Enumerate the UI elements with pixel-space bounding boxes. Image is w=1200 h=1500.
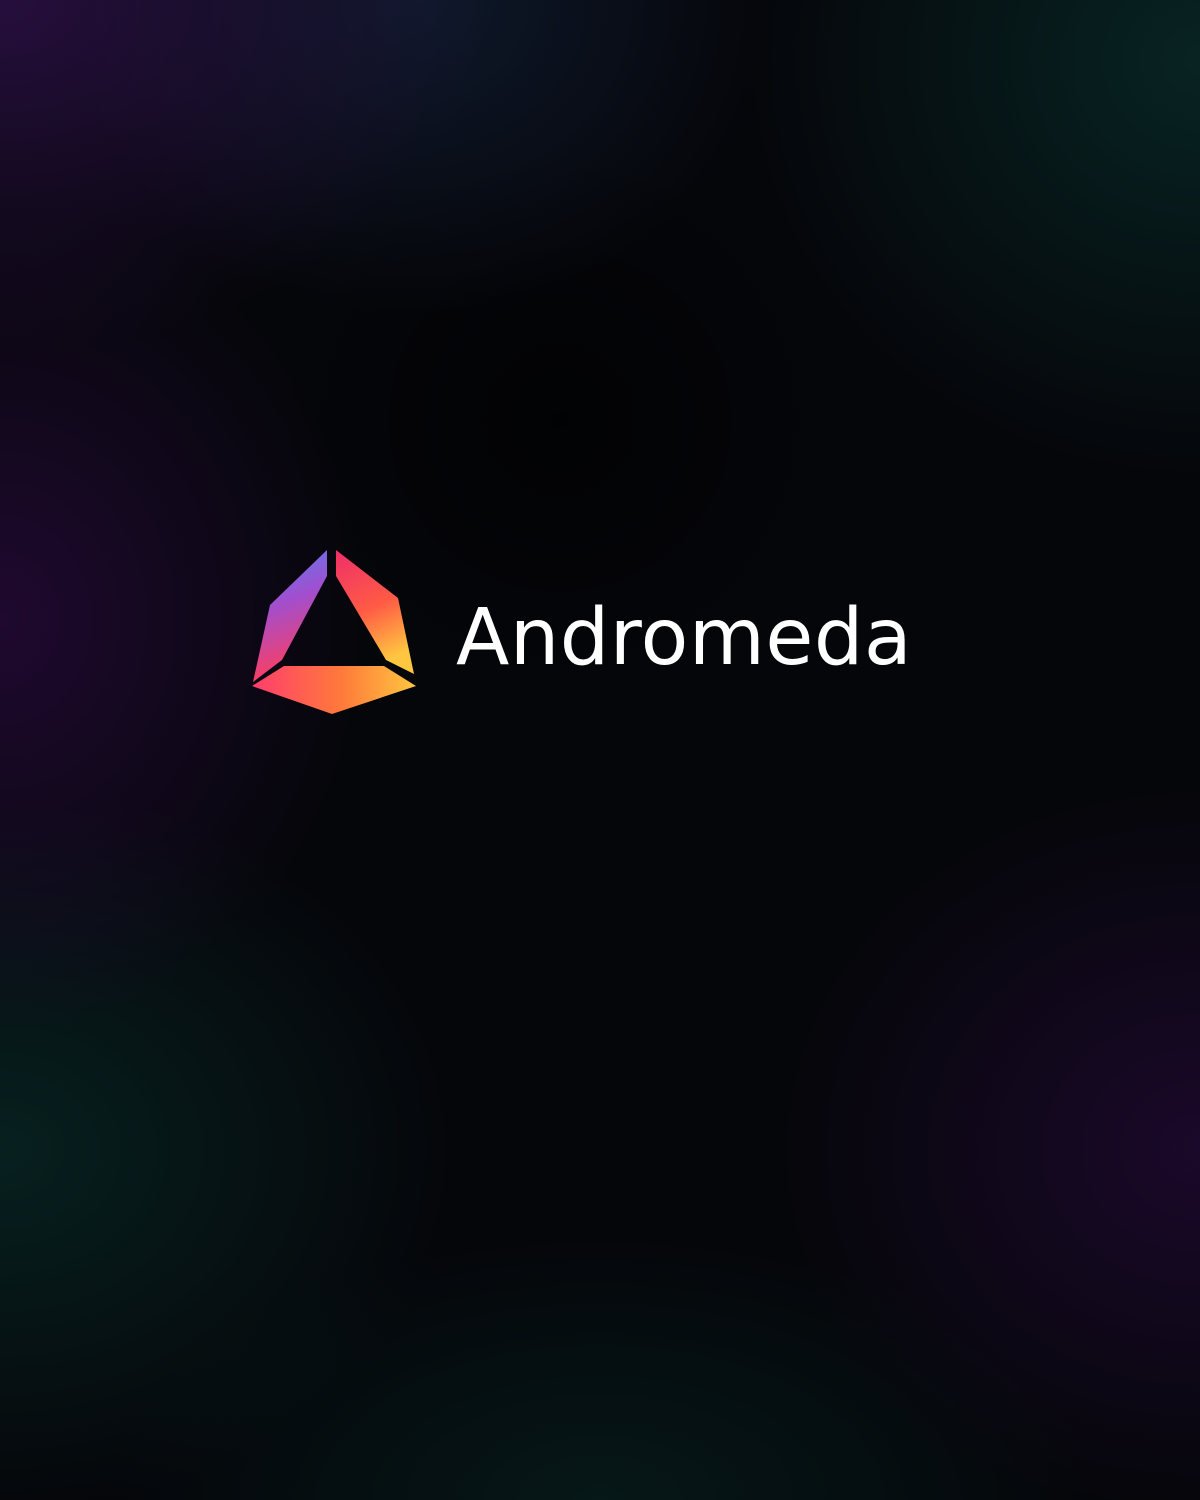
andromeda-logo-icon [248,548,420,716]
gradient-background [0,0,1200,1500]
logo-left-facet [253,550,327,682]
logo-bottom-facet [252,666,416,714]
brand-lockup: Andromeda [248,548,968,718]
logo-right-facet [336,550,414,674]
brand-name: Andromeda [456,593,913,683]
